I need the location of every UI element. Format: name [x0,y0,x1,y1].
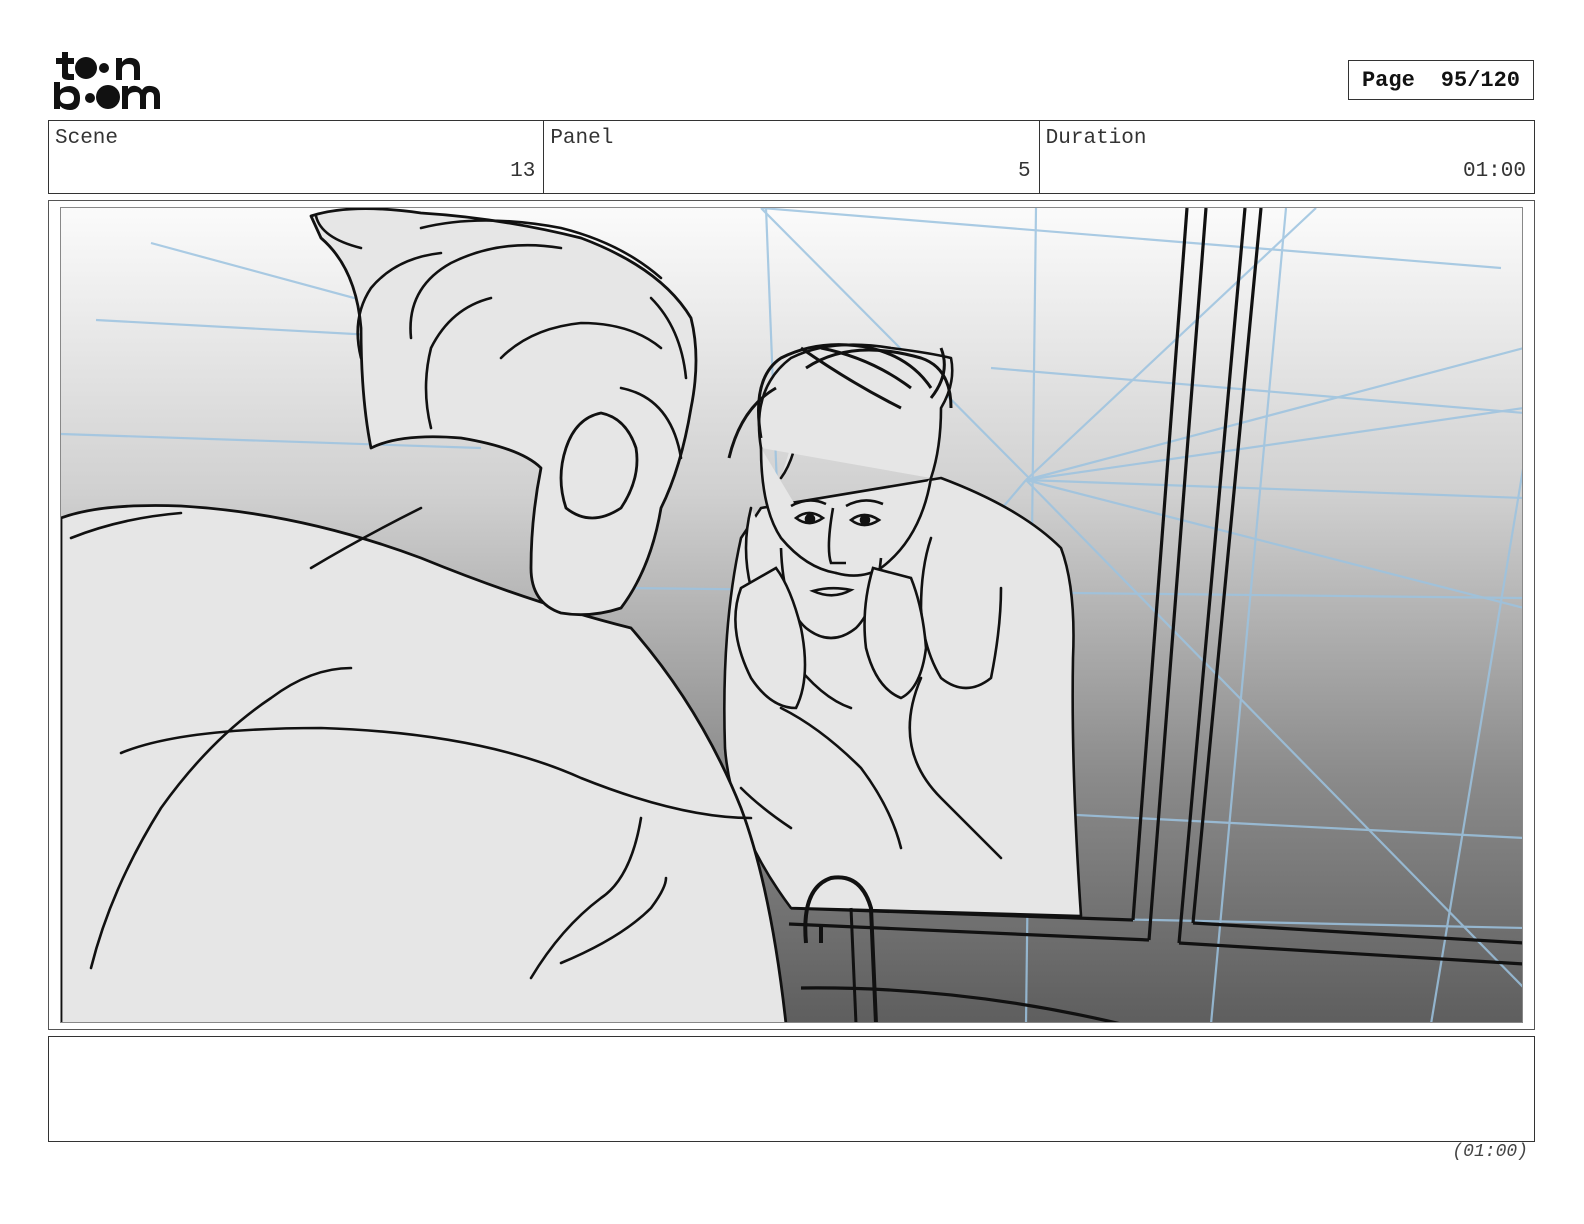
scene-label: Scene [55,127,119,150]
page-indicator: Page 95/120 [1348,60,1534,100]
storyboard-sketch [61,208,1522,1022]
duration-value: 01:00 [1462,160,1526,183]
scene-cell: Scene 13 [49,121,545,193]
duration-label: Duration [1045,127,1147,150]
footer-duration: (01:00) [1452,1142,1528,1162]
toon-boom-logo [54,52,160,110]
notes-box [48,1036,1535,1142]
panel-cell: Panel 5 [544,121,1040,193]
panel-value: 5 [1018,160,1031,183]
page-number: 95/120 [1440,67,1521,93]
panel-label: Panel [550,127,614,150]
duration-cell: Duration 01:00 [1040,121,1534,193]
storyboard-panel-image [60,207,1523,1023]
page-label: Page [1361,67,1415,93]
panel-info-row: Scene 13 Panel 5 Duration 01:00 [48,120,1535,194]
scene-value: 13 [510,160,536,183]
